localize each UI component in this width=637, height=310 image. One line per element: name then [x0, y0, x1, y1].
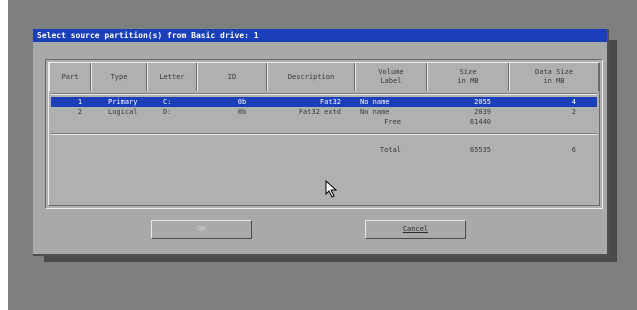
row-volume-label: Free — [384, 118, 401, 126]
row-letter: C: — [163, 98, 172, 106]
row-part: 1 — [77, 98, 83, 106]
row-size: 2055 — [474, 98, 491, 106]
header-type: Type — [91, 63, 147, 91]
total-data-size: 6 — [571, 146, 576, 154]
header-data-size: Data Size in MB — [509, 63, 599, 91]
partition-row-2[interactable]: 2 Logical D: 0b Fat32 extd No name 2039 … — [51, 107, 597, 117]
row-id: 0b — [237, 98, 247, 106]
row-volume-label: No name — [360, 108, 390, 116]
partition-select-dialog: Select source partition(s) from Basic dr… — [33, 29, 609, 256]
row-type: Primary — [108, 98, 138, 106]
partition-row-1[interactable]: 1 Primary C: 0b Fat32 No name 2055 4 — [51, 97, 597, 107]
dialog-title: Select source partition(s) from Basic dr… — [33, 29, 607, 42]
row-description: Fat32 extd — [298, 108, 341, 116]
row-data-size: 4 — [571, 98, 576, 106]
row-type: Logical — [108, 108, 138, 116]
desktop: Select source partition(s) from Basic dr… — [8, 0, 637, 310]
header-description: Description — [267, 63, 355, 91]
total-divider — [51, 133, 597, 135]
mouse-pointer-icon — [325, 179, 339, 202]
row-size: 61440 — [469, 118, 491, 126]
total-row: Total 65535 6 — [51, 145, 597, 155]
row-id: 0b — [237, 108, 247, 116]
free-space-row: Free 61440 — [51, 117, 597, 127]
partition-table: Part Type Letter ID Description Volume La… — [48, 62, 600, 206]
header-letter: Letter — [147, 63, 197, 91]
row-description: Fat32 — [319, 98, 341, 106]
cancel-button[interactable]: Cancel — [365, 220, 466, 239]
total-label: Total — [379, 146, 401, 154]
header-part: Part — [49, 63, 91, 91]
ok-button[interactable]: OK — [151, 220, 252, 239]
header-volume-label: Volume Label — [355, 63, 427, 91]
header-divider — [51, 93, 597, 95]
table-header: Part Type Letter ID Description Volume La… — [49, 63, 599, 91]
header-size: Size in MB — [427, 63, 509, 91]
header-id: ID — [197, 63, 267, 91]
row-part: 2 — [77, 108, 83, 116]
cancel-label: Cancel — [402, 225, 429, 233]
row-volume-label: No name — [360, 98, 390, 106]
row-data-size: 2 — [571, 108, 576, 116]
row-size: 2039 — [474, 108, 491, 116]
row-letter: D: — [163, 108, 172, 116]
partition-table-panel: Part Type Letter ID Description Volume La… — [45, 59, 603, 209]
total-size: 65535 — [469, 146, 491, 154]
